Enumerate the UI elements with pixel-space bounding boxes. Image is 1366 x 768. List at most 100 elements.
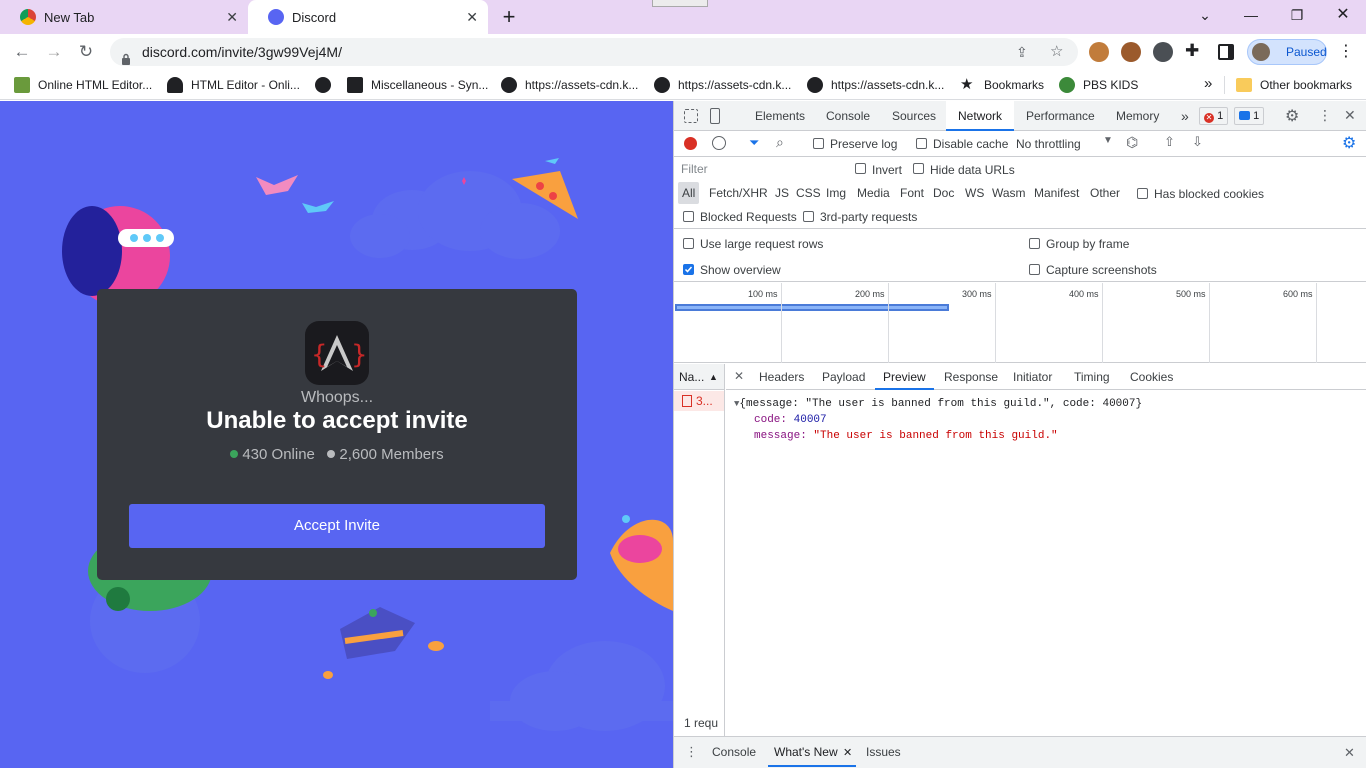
more-tabs-icon[interactable]: »	[1181, 101, 1189, 131]
show-overview-checkbox[interactable]	[683, 264, 694, 275]
chrome-menu-icon[interactable]: ⋮	[1338, 41, 1354, 61]
type-media[interactable]: Media	[857, 182, 890, 204]
new-tab-button[interactable]: +	[498, 5, 520, 29]
dropdown-arrow-icon[interactable]: ▼	[1103, 135, 1113, 146]
tab-headers[interactable]: Headers	[759, 364, 804, 390]
share-icon[interactable]: ⇪	[1016, 38, 1028, 66]
clear-icon[interactable]	[712, 136, 726, 150]
extension-monkey-icon[interactable]	[1089, 42, 1109, 62]
extension-globe-icon[interactable]	[1153, 42, 1173, 62]
type-doc[interactable]: Doc	[933, 182, 954, 204]
blocked-requests-checkbox[interactable]	[683, 211, 694, 222]
type-ws[interactable]: WS	[965, 182, 984, 204]
bookmark-item[interactable]	[315, 76, 331, 94]
tab-timing[interactable]: Timing	[1074, 364, 1110, 390]
tab-sources[interactable]: Sources	[892, 101, 936, 131]
tab-performance[interactable]: Performance	[1026, 101, 1095, 131]
bookmark-item[interactable]: Online HTML Editor...	[14, 76, 152, 94]
bookmark-item[interactable]: PBS KIDS	[1059, 76, 1138, 94]
reload-icon[interactable]: ↻	[74, 40, 98, 64]
close-devtools-icon[interactable]: ✕	[1344, 107, 1356, 124]
tab-initiator[interactable]: Initiator	[1013, 364, 1052, 390]
extensions-puzzle-icon[interactable]: ✚	[1185, 41, 1199, 61]
type-font[interactable]: Font	[900, 182, 924, 204]
filter-input[interactable]: Filter	[678, 162, 842, 178]
close-tab-icon[interactable]: ✕	[466, 9, 478, 26]
bookmark-item[interactable]: HTML Editor - Onli...	[167, 76, 300, 94]
disable-cache-checkbox[interactable]	[916, 138, 927, 149]
minimize-button[interactable]: —	[1228, 0, 1274, 30]
tab-preview[interactable]: Preview	[875, 364, 934, 390]
bookmark-item[interactable]: https://assets-cdn.k...	[501, 76, 638, 94]
type-wasm[interactable]: Wasm	[992, 182, 1026, 204]
has-blocked-cookies-checkbox[interactable]	[1137, 188, 1148, 199]
message-badge[interactable]: 1	[1234, 107, 1265, 125]
close-drawer-tab-icon[interactable]: ✕	[843, 746, 852, 759]
group-by-frame-checkbox[interactable]	[1029, 238, 1040, 249]
close-tab-icon[interactable]: ✕	[226, 9, 238, 26]
hide-data-urls-checkbox[interactable]	[913, 163, 924, 174]
timeline-gridline	[1209, 283, 1210, 363]
inspect-element-icon[interactable]	[684, 109, 698, 123]
filter-icon[interactable]: ⏷	[749, 135, 759, 151]
settings-gear-icon[interactable]: ⚙	[1285, 106, 1299, 126]
large-rows-checkbox[interactable]	[683, 238, 694, 249]
devtools-menu-icon[interactable]: ⋮	[1318, 107, 1332, 124]
tab-new-tab[interactable]: New Tab ✕	[0, 0, 248, 34]
error-badge[interactable]: ✕ 1	[1199, 107, 1229, 125]
request-row[interactable]: 3...	[674, 391, 724, 411]
drawer-tab-console[interactable]: Console	[712, 737, 756, 767]
type-other[interactable]: Other	[1090, 182, 1120, 204]
type-fetch-xhr[interactable]: Fetch/XHR	[709, 182, 768, 204]
throttling-select[interactable]: No throttling	[1016, 137, 1081, 151]
drawer-menu-icon[interactable]: ⋮	[685, 744, 698, 760]
tab-search-chevron-icon[interactable]: ⌄	[1182, 0, 1228, 30]
type-css[interactable]: CSS	[796, 182, 821, 204]
bookmark-item[interactable]: https://assets-cdn.k...	[807, 76, 944, 94]
bookmark-star-icon[interactable]: ☆	[1050, 38, 1063, 66]
type-js[interactable]: JS	[775, 182, 789, 204]
side-panel-icon[interactable]	[1218, 44, 1234, 60]
bookmark-item[interactable]: https://assets-cdn.k...	[654, 76, 791, 94]
extension-tampermonkey-icon[interactable]	[1121, 42, 1141, 62]
bookmarks-overflow-icon[interactable]: »	[1204, 75, 1212, 92]
invert-checkbox[interactable]	[855, 163, 866, 174]
close-drawer-icon[interactable]: ✕	[1344, 745, 1355, 761]
network-settings-gear-icon[interactable]: ⚙	[1342, 133, 1356, 153]
capture-screenshots-checkbox[interactable]	[1029, 264, 1040, 275]
profile-button[interactable]: Paused	[1247, 39, 1327, 65]
name-column-header[interactable]: Na... ▲	[674, 364, 724, 390]
export-har-icon[interactable]: ⇩	[1192, 134, 1203, 150]
forward-icon[interactable]: →	[42, 40, 66, 64]
type-img[interactable]: Img	[826, 182, 846, 204]
restore-button[interactable]: ❐	[1274, 0, 1320, 30]
timeline-gridline	[995, 283, 996, 363]
device-toolbar-icon[interactable]	[710, 108, 720, 124]
tab-network[interactable]: Network	[946, 101, 1015, 131]
preserve-log-checkbox[interactable]	[813, 138, 824, 149]
tab-memory[interactable]: Memory	[1116, 101, 1159, 131]
type-all[interactable]: All	[678, 182, 700, 204]
drawer-tab-issues[interactable]: Issues	[866, 737, 901, 767]
tab-cookies[interactable]: Cookies	[1130, 364, 1173, 390]
bookmark-item[interactable]: Miscellaneous - Syn...	[347, 76, 488, 94]
back-icon[interactable]: ←	[10, 40, 34, 64]
accept-invite-button[interactable]: Accept Invite	[129, 504, 545, 548]
type-manifest[interactable]: Manifest	[1034, 182, 1079, 204]
bookmark-item[interactable]: ★ Bookmarks	[960, 76, 1044, 94]
tab-payload[interactable]: Payload	[822, 364, 865, 390]
tab-console[interactable]: Console	[826, 101, 870, 131]
tab-discord[interactable]: Discord ✕	[248, 0, 488, 34]
preview-object[interactable]: ▼{message: "The user is banned from this…	[734, 396, 1364, 412]
address-bar[interactable]: discord.com/invite/3gw99Vej4M/ ⇪ ☆	[110, 38, 1078, 66]
third-party-checkbox[interactable]	[803, 211, 814, 222]
close-window-button[interactable]: ✕	[1320, 0, 1366, 30]
search-icon[interactable]: ⌕	[776, 134, 784, 151]
tab-elements[interactable]: Elements	[755, 101, 805, 131]
close-detail-icon[interactable]: ✕	[734, 369, 744, 383]
import-har-icon[interactable]: ⇧	[1164, 134, 1175, 150]
tab-response[interactable]: Response	[944, 364, 998, 390]
record-icon[interactable]	[684, 137, 697, 150]
network-conditions-icon[interactable]: ⌬	[1126, 134, 1138, 151]
other-bookmarks[interactable]: Other bookmarks	[1236, 76, 1352, 94]
